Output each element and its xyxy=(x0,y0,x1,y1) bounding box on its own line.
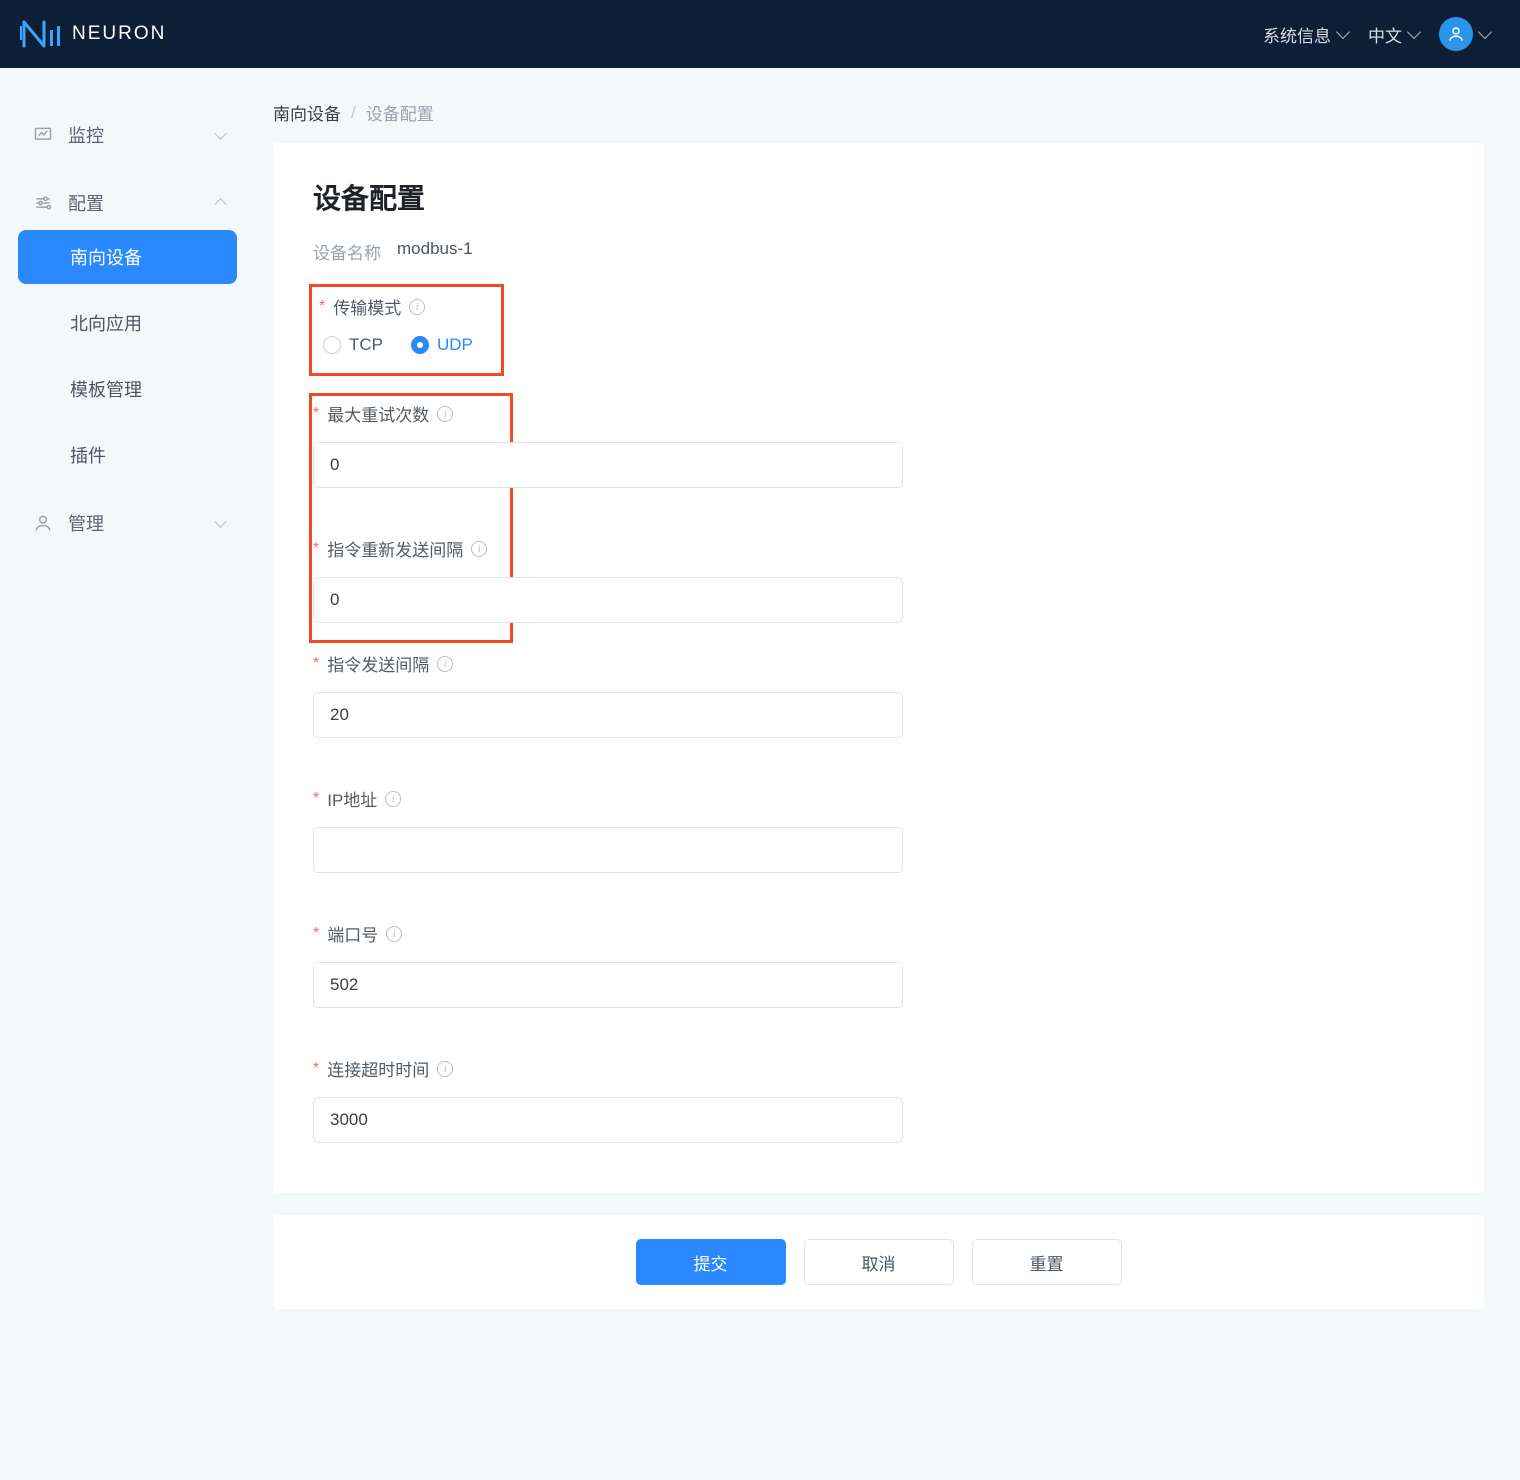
page-title: 设备配置 xyxy=(313,177,1444,217)
info-icon[interactable]: i xyxy=(385,791,401,807)
sidebar-item-label: 管理 xyxy=(68,510,104,536)
main-content: 南向设备 / 设备配置 设备配置 设备名称 modbus-1 * 传输模式 i xyxy=(255,68,1520,1480)
required-indicator: * xyxy=(319,298,325,316)
required-indicator: * xyxy=(313,925,319,943)
sidebar-item-label: 北向应用 xyxy=(70,310,142,336)
breadcrumb-separator: / xyxy=(351,103,356,123)
config-card: 设备配置 设备名称 modbus-1 * 传输模式 i xyxy=(273,143,1484,1193)
port-group: * 端口号 i xyxy=(313,921,1444,1008)
reset-button[interactable]: 重置 xyxy=(972,1239,1122,1285)
cancel-button[interactable]: 取消 xyxy=(804,1239,954,1285)
action-bar: 提交 取消 重置 xyxy=(273,1215,1484,1309)
system-info-menu[interactable]: 系统信息 xyxy=(1263,22,1348,47)
sidebar-item-label: 模板管理 xyxy=(70,376,142,402)
max-retry-label: 最大重试次数 xyxy=(327,401,429,426)
sidebar-item-admin[interactable]: 管理 xyxy=(18,496,237,550)
transport-mode-label: 传输模式 xyxy=(333,294,401,319)
required-indicator: * xyxy=(313,540,319,558)
sidebar: 监控 配置 南向设备 北向应用 模板 xyxy=(0,68,255,1480)
port-input[interactable] xyxy=(313,962,903,1008)
language-menu[interactable]: 中文 xyxy=(1368,22,1419,47)
breadcrumb: 南向设备 / 设备配置 xyxy=(273,100,1484,125)
ip-address-group: * IP地址 i xyxy=(313,786,1444,873)
radio-icon xyxy=(411,336,429,354)
send-interval-input[interactable] xyxy=(313,692,903,738)
info-icon[interactable]: i xyxy=(386,926,402,942)
timeout-group: * 连接超时时间 i xyxy=(313,1056,1444,1143)
radio-icon xyxy=(323,336,341,354)
chevron-down-icon xyxy=(1478,25,1492,39)
chevron-down-icon xyxy=(1336,25,1350,39)
timeout-label: 连接超时时间 xyxy=(327,1056,429,1081)
radio-udp[interactable]: UDP xyxy=(411,335,473,355)
resend-interval-label: 指令重新发送间隔 xyxy=(327,536,463,561)
sidebar-item-label: 监控 xyxy=(68,122,104,148)
submit-button[interactable]: 提交 xyxy=(636,1239,786,1285)
info-icon[interactable]: i xyxy=(471,541,487,557)
radio-tcp[interactable]: TCP xyxy=(323,335,383,355)
required-indicator: * xyxy=(313,790,319,808)
sidebar-item-label: 插件 xyxy=(70,442,106,468)
send-interval-group: * 指令发送间隔 i xyxy=(313,651,1444,738)
sliders-icon xyxy=(32,192,54,214)
breadcrumb-current: 设备配置 xyxy=(366,100,434,125)
user-icon xyxy=(1447,25,1465,43)
monitor-icon xyxy=(32,124,54,146)
sidebar-item-north-app[interactable]: 北向应用 xyxy=(18,296,237,350)
breadcrumb-south[interactable]: 南向设备 xyxy=(273,100,341,125)
ip-address-label: IP地址 xyxy=(327,786,377,811)
transport-mode-group: * 传输模式 i TCP UDP xyxy=(313,294,1444,355)
sidebar-item-label: 配置 xyxy=(68,190,104,216)
sidebar-item-south-device[interactable]: 南向设备 xyxy=(18,230,237,284)
required-indicator: * xyxy=(313,405,319,423)
resend-interval-group: * 指令重新发送间隔 i xyxy=(313,536,1444,623)
user-icon xyxy=(32,512,54,534)
chevron-down-icon xyxy=(214,515,227,528)
device-name-value: modbus-1 xyxy=(397,239,473,264)
ip-address-input[interactable] xyxy=(313,827,903,873)
app-header: NEURON 系统信息 中文 xyxy=(0,0,1520,68)
sidebar-item-monitor[interactable]: 监控 xyxy=(18,108,237,162)
send-interval-label: 指令发送间隔 xyxy=(327,651,429,676)
chevron-down-icon xyxy=(1407,25,1421,39)
required-indicator: * xyxy=(313,655,319,673)
chevron-down-icon xyxy=(214,127,227,140)
radio-label: TCP xyxy=(349,335,383,355)
info-icon[interactable]: i xyxy=(437,406,453,422)
avatar xyxy=(1439,17,1473,51)
brand-text: NEURON xyxy=(72,23,166,45)
resend-interval-input[interactable] xyxy=(313,577,903,623)
sidebar-item-config[interactable]: 配置 xyxy=(18,176,237,230)
required-indicator: * xyxy=(313,1060,319,1078)
neuron-logo-icon xyxy=(20,20,62,48)
timeout-input[interactable] xyxy=(313,1097,903,1143)
user-menu[interactable] xyxy=(1439,17,1490,51)
max-retry-input[interactable] xyxy=(313,442,903,488)
info-icon[interactable]: i xyxy=(437,656,453,672)
sidebar-item-label: 南向设备 xyxy=(70,244,142,270)
device-name-label: 设备名称 xyxy=(313,239,381,264)
port-label: 端口号 xyxy=(327,921,378,946)
sidebar-item-template[interactable]: 模板管理 xyxy=(18,362,237,416)
chevron-up-icon xyxy=(214,198,227,211)
sidebar-item-plugin[interactable]: 插件 xyxy=(18,428,237,482)
info-icon[interactable]: i xyxy=(437,1061,453,1077)
language-label: 中文 xyxy=(1368,22,1402,47)
brand-logo: NEURON xyxy=(20,20,166,48)
system-info-label: 系统信息 xyxy=(1263,22,1331,47)
info-icon[interactable]: i xyxy=(409,299,425,315)
radio-label: UDP xyxy=(437,335,473,355)
max-retry-group: * 最大重试次数 i xyxy=(313,401,1444,488)
